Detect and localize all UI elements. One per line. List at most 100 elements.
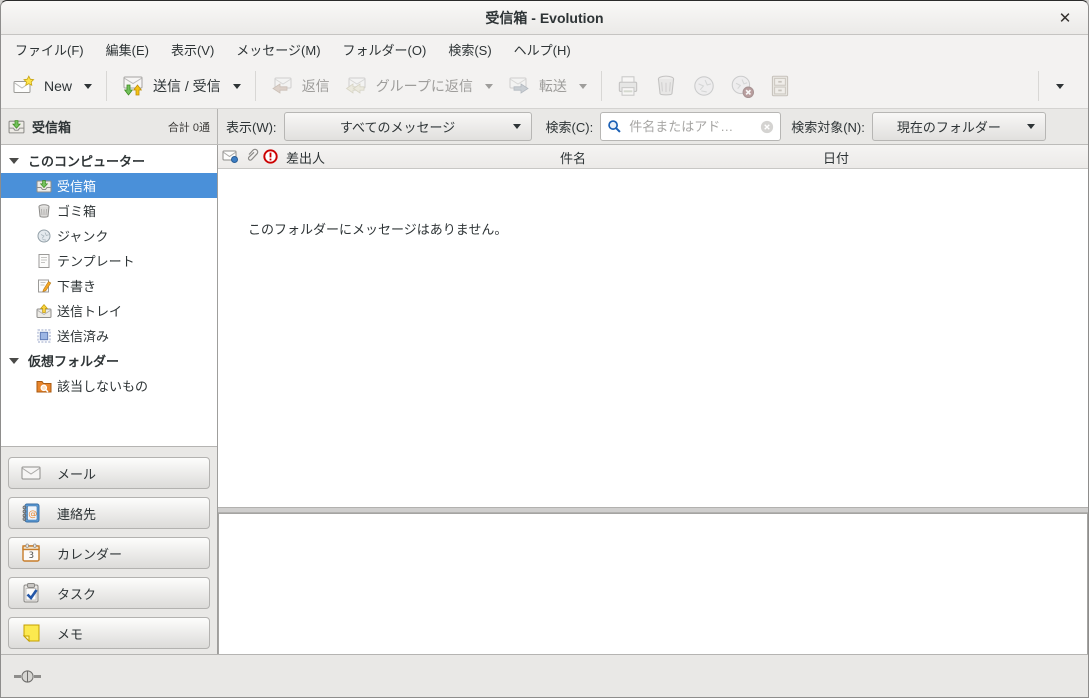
folder-item-label: 受信箱 [57, 176, 96, 195]
trash-icon [36, 203, 52, 219]
tasks-icon [20, 582, 42, 604]
menu-view[interactable]: 表示(V) [160, 35, 225, 64]
clear-search-icon[interactable] [760, 120, 774, 134]
search-input[interactable] [627, 118, 755, 135]
folder-item-label: テンプレート [57, 251, 135, 270]
toolbar-separator [1038, 71, 1039, 101]
switcher-label: タスク [57, 584, 96, 603]
new-button[interactable]: New [5, 69, 99, 103]
toolbar-separator [106, 71, 107, 101]
menu-folder[interactable]: フォルダー(O) [332, 35, 438, 64]
archive-button[interactable] [761, 68, 799, 104]
forward-icon [507, 74, 531, 98]
inbox-icon [8, 118, 25, 135]
folder-group-label: このコンピューター [28, 151, 145, 170]
switcher-tasks-button[interactable]: タスク [8, 577, 210, 609]
priority-column-icon[interactable] [263, 149, 278, 164]
folder-item-inbox[interactable]: 受信箱 [1, 173, 217, 198]
folder-group-search-folders[interactable]: 仮想フォルダー [1, 348, 217, 373]
menu-help[interactable]: ヘルプ(H) [503, 35, 582, 64]
reply-button[interactable]: 返信 [263, 69, 337, 103]
junk-icon [691, 73, 717, 99]
switcher-mail-button[interactable]: メール [8, 457, 210, 489]
online-status-button[interactable] [14, 669, 41, 684]
message-list[interactable]: このフォルダーにメッセージはありません。 [218, 169, 1088, 507]
close-button[interactable]: ✕ [1054, 7, 1076, 29]
current-folder-indicator: 受信箱 合計 0通 [1, 109, 218, 144]
show-label: 表示(W): [226, 117, 277, 136]
folder-item-trash[interactable]: ゴミ箱 [1, 198, 217, 223]
forward-dropdown-arrow-icon[interactable] [579, 84, 587, 89]
switcher-label: メモ [57, 624, 83, 643]
sidebar: このコンピューター 受信箱 ゴミ箱 [1, 145, 218, 654]
svg-text:3: 3 [29, 551, 34, 561]
folder-item-sent[interactable]: 送信済み [1, 323, 217, 348]
search-label: 検索(C): [546, 117, 594, 136]
print-button[interactable] [609, 68, 647, 104]
switcher-memos-button[interactable]: メモ [8, 617, 210, 649]
view-switcher: メール @ 連絡先 3 カレンダー [1, 447, 217, 654]
window-title: 受信箱 - Evolution [485, 8, 603, 28]
junk-icon [36, 228, 52, 244]
group-reply-icon [344, 74, 368, 98]
message-filter-dropdown[interactable]: すべてのメッセージ [284, 112, 532, 141]
group-reply-dropdown-arrow-icon[interactable] [485, 84, 493, 89]
folder-item-label: 該当しないもの [57, 376, 148, 395]
menu-message[interactable]: メッセージ(M) [225, 35, 331, 64]
switcher-contacts-button[interactable]: @ 連絡先 [8, 497, 210, 529]
column-header-from[interactable]: 差出人 [286, 148, 325, 167]
expander-icon[interactable] [9, 358, 19, 364]
folder-item-outbox[interactable]: 送信トレイ [1, 298, 217, 323]
folder-item-drafts[interactable]: 下書き [1, 273, 217, 298]
folder-item-templates[interactable]: テンプレート [1, 248, 217, 273]
message-filter-value: すべてのメッセージ [295, 117, 501, 136]
forward-button[interactable]: 転送 [500, 69, 594, 103]
menu-file[interactable]: ファイル(F) [4, 35, 95, 64]
message-status-column-icon[interactable] [222, 149, 238, 163]
toolbar-overflow-button[interactable] [1046, 79, 1070, 94]
close-icon: ✕ [1059, 9, 1072, 27]
menu-search[interactable]: 検索(S) [437, 35, 502, 64]
preview-pane[interactable] [218, 513, 1088, 654]
group-reply-label: グループに返信 [376, 76, 473, 96]
toolbar-separator [255, 71, 256, 101]
chevron-down-icon [1027, 124, 1035, 129]
sent-icon [36, 328, 52, 344]
folder-group-this-computer[interactable]: このコンピューター [1, 148, 217, 173]
toolbar: New 送信 / 受信 返信 グループに返信 [1, 64, 1088, 108]
junk-button[interactable] [685, 68, 723, 104]
expander-icon[interactable] [9, 158, 19, 164]
send-receive-button[interactable]: 送信 / 受信 [114, 69, 248, 103]
inbox-icon [36, 178, 52, 194]
current-folder-name: 受信箱 [32, 117, 71, 136]
contacts-icon: @ [20, 502, 42, 524]
new-mail-icon [12, 74, 36, 98]
memo-icon [20, 622, 42, 644]
folder-item-label: ゴミ箱 [57, 201, 96, 220]
folder-item-unmatched[interactable]: 該当しないもの [1, 373, 217, 398]
titlebar: 受信箱 - Evolution ✕ [1, 1, 1088, 35]
outbox-icon [36, 303, 52, 319]
search-scope-label: 検索対象(N): [791, 117, 865, 136]
attachment-column-icon[interactable] [245, 148, 259, 164]
not-junk-button[interactable] [723, 68, 761, 104]
draft-icon [36, 278, 52, 294]
folder-item-label: 送信トレイ [57, 301, 122, 320]
content-area: このコンピューター 受信箱 ゴミ箱 [1, 145, 1088, 654]
evolution-window: 受信箱 - Evolution ✕ ファイル(F) 編集(E) 表示(V) メッ… [0, 0, 1089, 698]
delete-button[interactable] [647, 68, 685, 104]
folder-item-label: ジャンク [57, 226, 108, 245]
column-header-date[interactable]: 日付 [823, 148, 849, 167]
switcher-label: メール [57, 464, 96, 483]
folder-item-junk[interactable]: ジャンク [1, 223, 217, 248]
search-box[interactable] [600, 112, 781, 141]
folder-item-label: 下書き [57, 276, 96, 295]
folder-item-label: 送信済み [57, 326, 109, 345]
search-scope-dropdown[interactable]: 現在のフォルダー [872, 112, 1046, 141]
send-receive-dropdown-arrow-icon[interactable] [233, 84, 241, 89]
column-header-subject[interactable]: 件名 [560, 148, 586, 167]
group-reply-button[interactable]: グループに返信 [337, 69, 500, 103]
switcher-calendar-button[interactable]: 3 カレンダー [8, 537, 210, 569]
menu-edit[interactable]: 編集(E) [95, 35, 160, 64]
new-dropdown-arrow-icon[interactable] [84, 84, 92, 89]
